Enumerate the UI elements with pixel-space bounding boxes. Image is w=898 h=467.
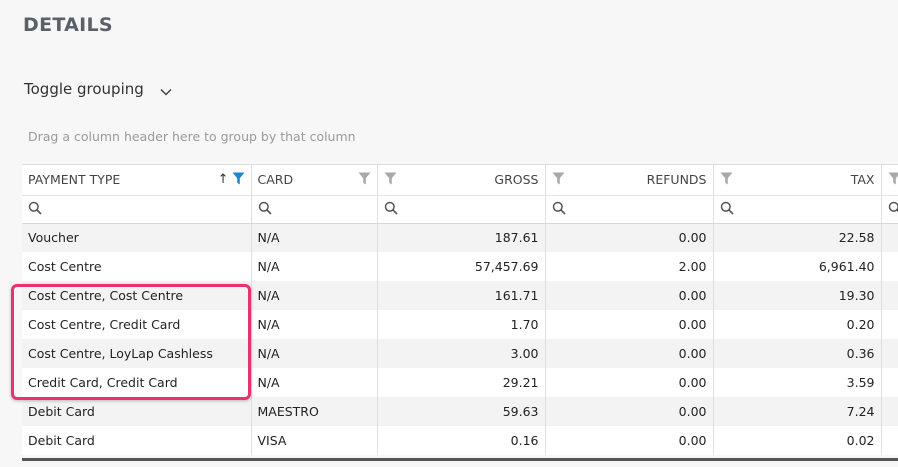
payment-type-cell: Cost Centre xyxy=(22,252,252,281)
column-header-label: TAX xyxy=(850,172,875,188)
column-header-gross[interactable]: GROSS xyxy=(377,165,546,196)
column-header-label: CARD xyxy=(257,172,294,188)
gross-cell: 161.71 xyxy=(377,281,546,310)
payment-type-cell: Debit Card xyxy=(22,397,252,426)
overflow-cell xyxy=(881,252,898,281)
refunds-cell: 0.00 xyxy=(545,368,714,397)
table-row[interactable]: Voucher N/A 187.61 0.00 22.58 xyxy=(22,223,898,252)
tax-cell: 0.36 xyxy=(713,339,882,368)
refunds-cell: 0.00 xyxy=(545,397,714,426)
filter-icon[interactable] xyxy=(552,172,565,188)
filter-cell-tax[interactable] xyxy=(713,195,882,224)
search-icon xyxy=(888,201,898,218)
table-row[interactable]: Cost Centre N/A 57,457.69 2.00 6,961.40 xyxy=(22,252,898,281)
group-by-drop-panel[interactable]: Drag a column header here to group by th… xyxy=(28,129,356,144)
grid-bottom-border xyxy=(22,458,898,461)
overflow-cell xyxy=(881,223,898,252)
column-header-payment-type[interactable]: PAYMENT TYPE ↑ xyxy=(22,165,252,196)
filter-cell-refunds[interactable] xyxy=(545,195,714,224)
column-header-card[interactable]: CARD xyxy=(251,165,378,196)
column-header-refunds[interactable]: REFUNDS xyxy=(545,165,714,196)
payment-type-cell: Cost Centre, Credit Card xyxy=(22,310,252,339)
payment-type-cell: Cost Centre, Cost Centre xyxy=(22,281,252,310)
refunds-cell: 0.00 xyxy=(545,223,714,252)
filter-cell-next[interactable] xyxy=(881,195,898,224)
gross-cell: 0.16 xyxy=(377,426,546,455)
table-row[interactable]: Cost Centre, Credit Card N/A 1.70 0.00 0… xyxy=(22,310,898,339)
table-row[interactable]: Debit Card MAESTRO 59.63 0.00 7.24 xyxy=(22,397,898,426)
payment-type-cell: Voucher xyxy=(22,223,252,252)
filter-cell-payment-type[interactable] xyxy=(22,195,252,224)
details-grid: PAYMENT TYPE ↑ CARD GROSS REFUNDS TAX Vo… xyxy=(22,164,898,459)
filter-active-icon[interactable] xyxy=(232,172,245,188)
table-row[interactable]: Credit Card, Credit Card N/A 29.21 0.00 … xyxy=(22,368,898,397)
column-header-next[interactable] xyxy=(881,165,898,196)
payment-type-cell: Credit Card, Credit Card xyxy=(22,368,252,397)
gross-cell: 59.63 xyxy=(377,397,546,426)
column-header-label: PAYMENT TYPE xyxy=(28,172,121,188)
section-title: DETAILS xyxy=(23,14,113,36)
filter-cell-gross[interactable] xyxy=(377,195,546,224)
card-cell: N/A xyxy=(251,281,378,310)
tax-cell: 0.02 xyxy=(713,426,882,455)
tax-cell: 3.59 xyxy=(713,368,882,397)
gross-cell: 3.00 xyxy=(377,339,546,368)
card-cell: MAESTRO xyxy=(251,397,378,426)
search-icon xyxy=(720,201,734,218)
table-row[interactable]: Cost Centre, Cost Centre N/A 161.71 0.00… xyxy=(22,281,898,310)
sort-ascending-icon[interactable]: ↑ xyxy=(218,173,229,186)
refunds-cell: 2.00 xyxy=(545,252,714,281)
toggle-grouping-label: Toggle grouping xyxy=(24,80,144,98)
column-header-label: GROSS xyxy=(494,172,539,188)
filter-icon[interactable] xyxy=(720,172,733,188)
refunds-cell: 0.00 xyxy=(545,339,714,368)
chevron-down-icon xyxy=(160,81,172,100)
overflow-cell xyxy=(881,339,898,368)
card-cell: N/A xyxy=(251,252,378,281)
overflow-cell xyxy=(881,310,898,339)
filter-icon[interactable] xyxy=(888,172,898,188)
card-cell: N/A xyxy=(251,339,378,368)
gross-cell: 57,457.69 xyxy=(377,252,546,281)
gross-cell: 187.61 xyxy=(377,223,546,252)
gross-cell: 29.21 xyxy=(377,368,546,397)
overflow-cell xyxy=(881,397,898,426)
table-row[interactable]: Debit Card VISA 0.16 0.00 0.02 xyxy=(22,426,898,455)
tax-cell: 19.30 xyxy=(713,281,882,310)
tax-cell: 7.24 xyxy=(713,397,882,426)
card-cell: N/A xyxy=(251,310,378,339)
card-cell: N/A xyxy=(251,223,378,252)
payment-type-cell: Cost Centre, LoyLap Cashless xyxy=(22,339,252,368)
tax-cell: 6,961.40 xyxy=(713,252,882,281)
gross-cell: 1.70 xyxy=(377,310,546,339)
column-header-tax[interactable]: TAX xyxy=(713,165,882,196)
refunds-cell: 0.00 xyxy=(545,281,714,310)
card-cell: N/A xyxy=(251,368,378,397)
search-icon xyxy=(28,201,42,218)
column-header-label: REFUNDS xyxy=(646,172,707,188)
refunds-cell: 0.00 xyxy=(545,310,714,339)
search-icon xyxy=(552,201,566,218)
filter-cell-card[interactable] xyxy=(251,195,378,224)
card-cell: VISA xyxy=(251,426,378,455)
filter-icon[interactable] xyxy=(358,172,371,188)
overflow-cell xyxy=(881,281,898,310)
tax-cell: 0.20 xyxy=(713,310,882,339)
table-row[interactable]: Cost Centre, LoyLap Cashless N/A 3.00 0.… xyxy=(22,339,898,368)
search-icon xyxy=(258,201,272,218)
payment-type-cell: Debit Card xyxy=(22,426,252,455)
toggle-grouping-dropdown[interactable]: Toggle grouping xyxy=(24,78,172,100)
search-icon xyxy=(384,201,398,218)
refunds-cell: 0.00 xyxy=(545,426,714,455)
tax-cell: 22.58 xyxy=(713,223,882,252)
overflow-cell xyxy=(881,426,898,455)
overflow-cell xyxy=(881,368,898,397)
filter-icon[interactable] xyxy=(384,172,397,188)
